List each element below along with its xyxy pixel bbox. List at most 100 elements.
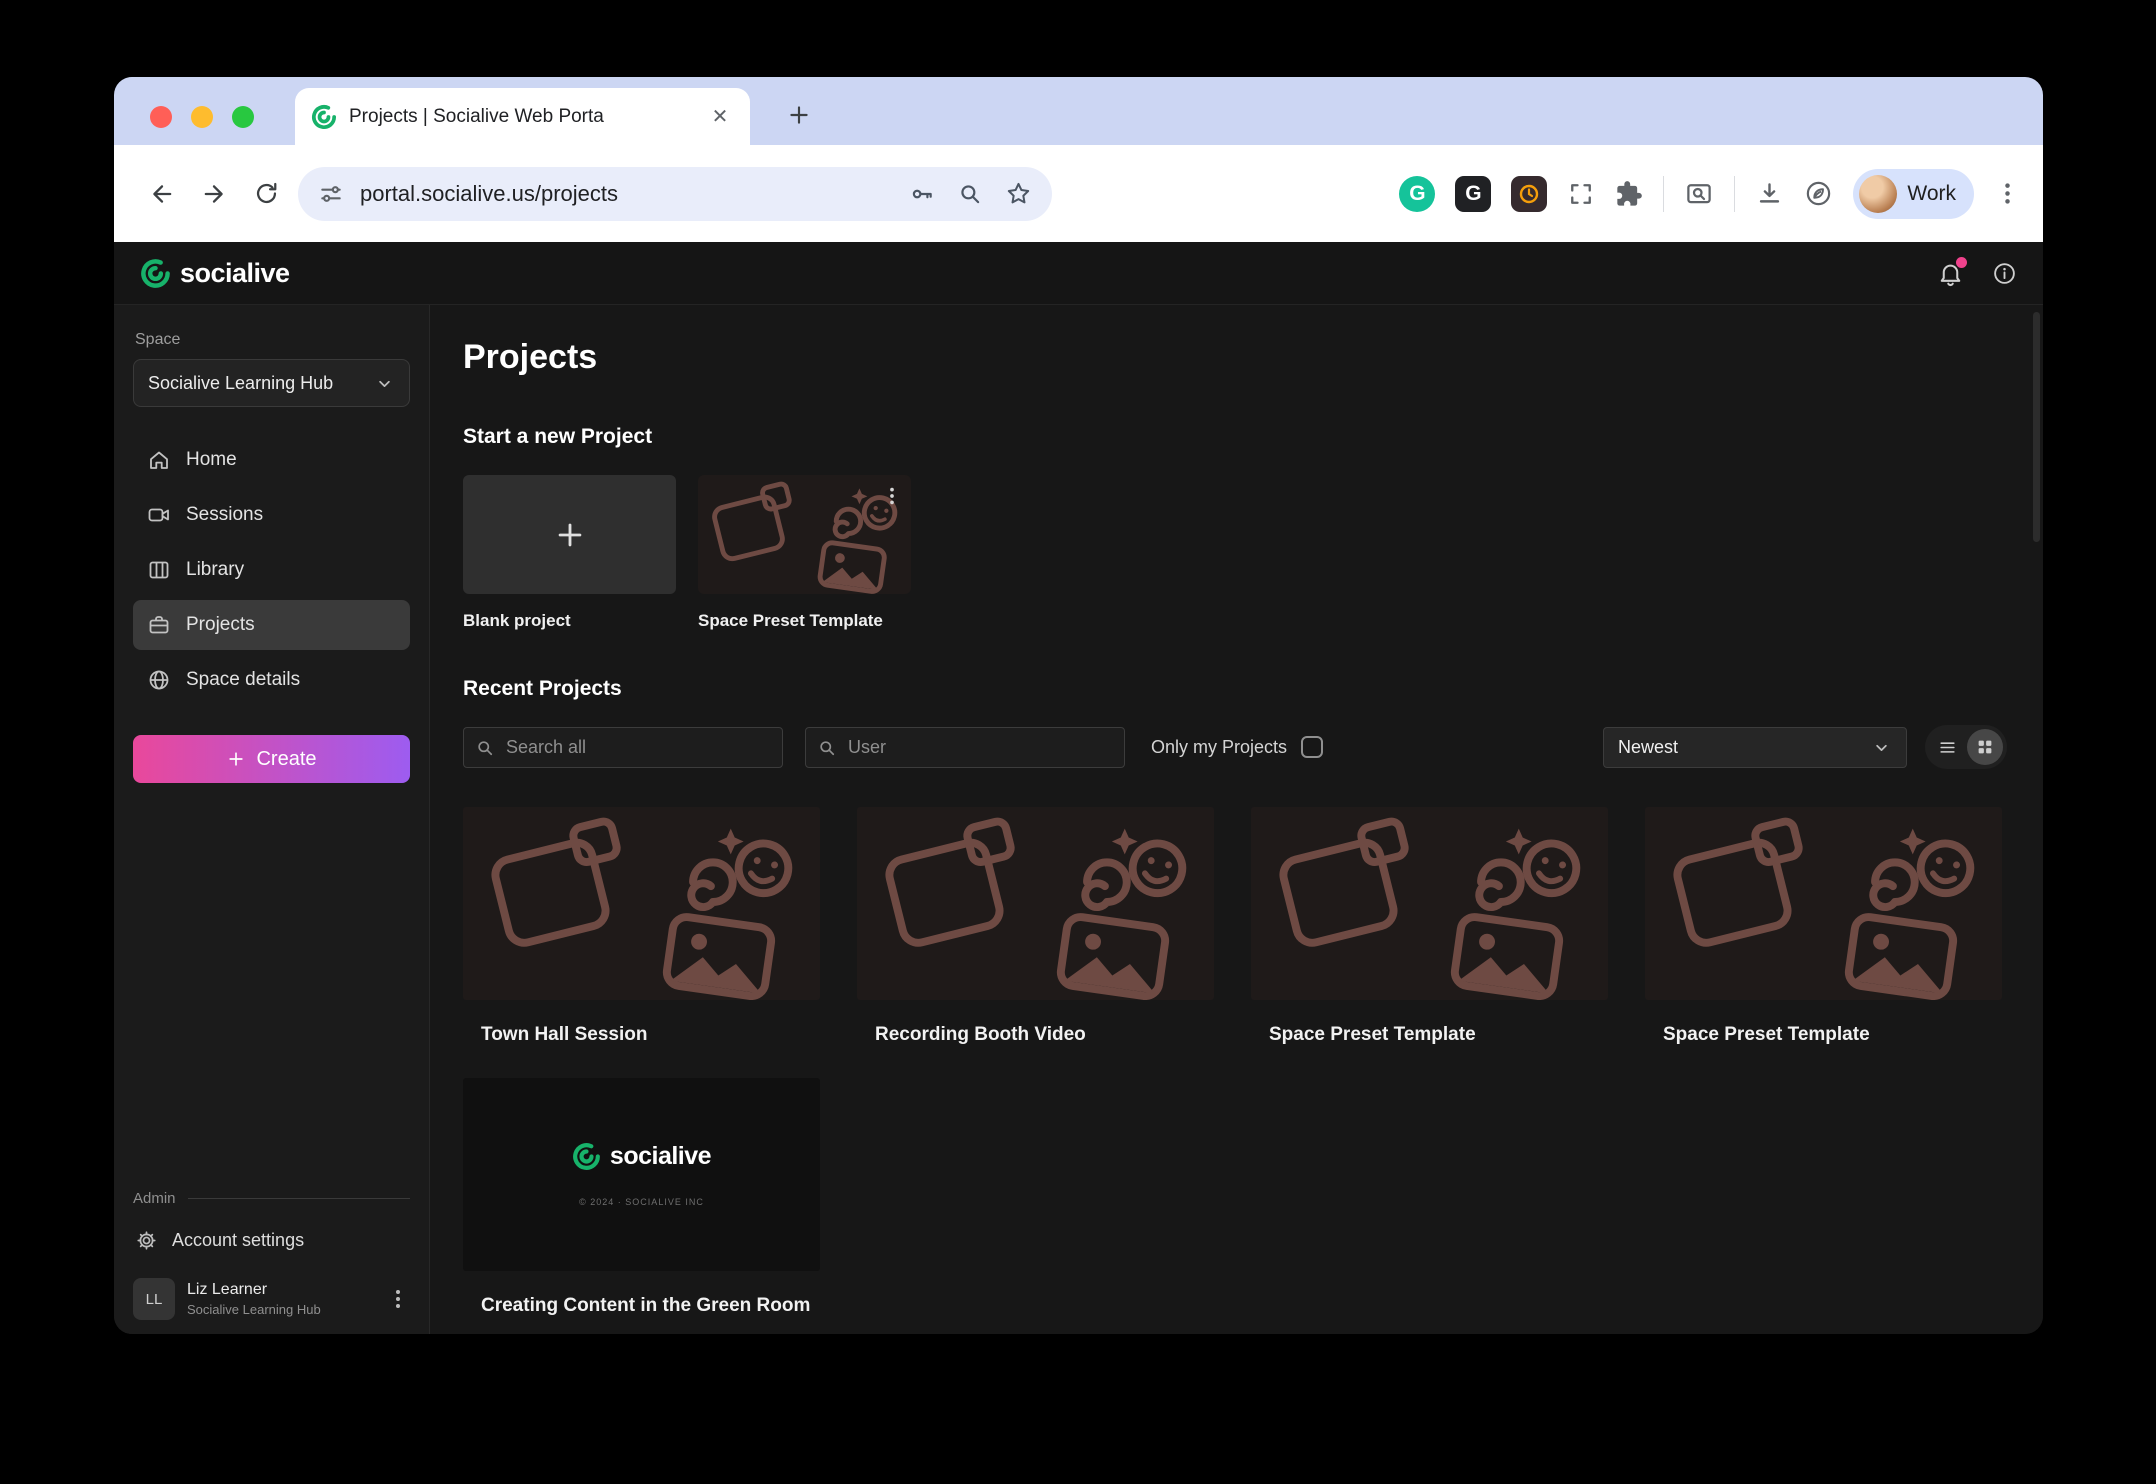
space-selector[interactable]: Socialive Learning Hub [133,359,410,407]
browser-menu-kebab-icon[interactable] [1994,180,2021,207]
user-avatar: LL [133,1278,175,1320]
search-all-field[interactable] [463,727,783,768]
browser-tab[interactable]: Projects | Socialive Web Porta ✕ [295,88,750,145]
plus-icon [553,518,587,552]
clock-icon [1517,182,1541,206]
project-thumbnail[interactable] [463,807,820,1000]
filter-row: Only my Projects Newest [463,725,2007,769]
create-button[interactable]: Create [133,735,410,783]
search-tabs-icon[interactable] [1684,179,1714,209]
list-view-button[interactable] [1929,729,1965,765]
toolbar-divider [1734,176,1735,212]
card-label: Blank project [463,611,676,631]
search-icon [475,738,495,758]
project-card[interactable]: Space Preset Template [1645,807,2002,1046]
project-art [463,807,820,1000]
grid-view-button[interactable] [1967,729,2003,765]
web-page: socialive Space Socialive Learning Hub [114,242,2043,1334]
user-menu-kebab-icon[interactable] [386,1287,410,1311]
card-menu-kebab-icon[interactable] [877,481,907,511]
address-bar[interactable]: portal.socialive.us/projects [298,167,1052,221]
search-all-input[interactable] [463,727,783,768]
new-tab-button[interactable] [777,93,821,137]
user-row[interactable]: LL Liz Learner Socialive Learning Hub [133,1278,410,1320]
url-text[interactable]: portal.socialive.us/projects [360,181,893,207]
logo-text: socialive [180,258,290,289]
battery-saver-leaf-icon[interactable] [1804,179,1833,208]
project-thumbnail[interactable] [1645,807,2002,1000]
user-filter-field[interactable] [805,727,1125,768]
zoom-page-icon[interactable] [957,181,983,207]
help-info-button[interactable] [1992,261,2017,286]
account-settings-item[interactable]: Account settings [133,1229,410,1252]
extensions-puzzle-icon[interactable] [1615,180,1643,208]
project-card[interactable]: Town Hall Session [463,807,820,1046]
tab-title: Projects | Socialive Web Porta [349,106,694,128]
project-title: Space Preset Template [1251,1024,1608,1046]
sidebar-item-label: Space details [186,669,300,691]
back-button[interactable] [136,168,188,220]
sidebar-item-label: Sessions [186,504,263,526]
notifications-button[interactable] [1937,260,1964,287]
user-space: Socialive Learning Hub [187,1302,321,1317]
sidebar-item-label: Home [186,449,237,471]
minimize-window-button[interactable] [191,106,213,128]
project-thumbnail[interactable] [1251,807,1608,1000]
projects-grid: Town Hall Session Recording Booth Video … [463,807,2007,1317]
site-settings-icon[interactable] [318,181,344,207]
sidebar-item-home[interactable]: Home [133,435,410,485]
browser-toolbar: portal.socialive.us/projects G G Work [114,145,2043,242]
main-content: Projects Start a new Project Blank proje… [430,305,2043,1334]
create-button-label: Create [256,748,316,771]
page-scrollbar[interactable] [2033,312,2040,542]
globe-icon [147,668,171,692]
g-extension-icon[interactable]: G [1455,176,1491,212]
password-key-icon[interactable] [909,181,935,207]
forward-button[interactable] [188,168,240,220]
template-project-card[interactable]: Space Preset Template [698,475,911,631]
socialive-mark-icon [140,258,171,289]
project-card[interactable]: Space Preset Template [1251,807,1608,1046]
close-window-button[interactable] [150,106,172,128]
project-card[interactable]: Recording Booth Video [857,807,1214,1046]
grid-icon [1976,738,1994,756]
sidebar-item-projects[interactable]: Projects [133,600,410,650]
project-thumbnail[interactable] [857,807,1214,1000]
zoom-window-button[interactable] [232,106,254,128]
video-camera-icon [147,503,171,527]
recent-section-heading: Recent Projects [463,677,2007,701]
account-settings-label: Account settings [172,1230,304,1251]
user-filter-input[interactable] [805,727,1125,768]
sidebar-item-sessions[interactable]: Sessions [133,490,410,540]
browser-profile-button[interactable]: Work [1853,169,1974,219]
projects-briefcase-icon [147,613,171,637]
project-art [857,807,1214,1000]
sidebar-item-label: Library [186,559,244,581]
gear-icon [135,1229,158,1252]
timer-extension-icon[interactable] [1511,176,1547,212]
template-thumbnail[interactable] [698,475,911,594]
sidebar: Space Socialive Learning Hub Home Sessio… [114,305,430,1334]
profile-avatar [1859,175,1897,213]
downloads-icon[interactable] [1755,179,1784,208]
socialive-logo: socialive [140,258,290,289]
screen-capture-icon[interactable] [1567,180,1595,208]
close-tab-icon[interactable]: ✕ [706,103,734,131]
reload-button[interactable] [240,168,292,220]
blank-project-thumbnail[interactable] [463,475,676,594]
project-title: Town Hall Session [463,1024,820,1046]
project-title: Recording Booth Video [857,1024,1214,1046]
sidebar-item-library[interactable]: Library [133,545,410,595]
grammarly-extension-icon[interactable]: G [1399,176,1435,212]
sort-select[interactable]: Newest [1603,727,1907,768]
back-icon [148,180,176,208]
toolbar-divider [1663,176,1664,212]
project-card[interactable]: socialive © 2024 · SOCIALIVE INC Creatin… [463,1078,820,1317]
thumbnail-caption: © 2024 · SOCIALIVE INC [579,1197,704,1207]
bookmark-star-icon[interactable] [1005,180,1032,207]
sidebar-item-space-details[interactable]: Space details [133,655,410,705]
blank-project-card[interactable]: Blank project [463,475,676,631]
only-my-projects-checkbox[interactable] [1301,736,1323,758]
logo-text: socialive [610,1142,711,1171]
project-thumbnail[interactable]: socialive © 2024 · SOCIALIVE INC [463,1078,820,1271]
